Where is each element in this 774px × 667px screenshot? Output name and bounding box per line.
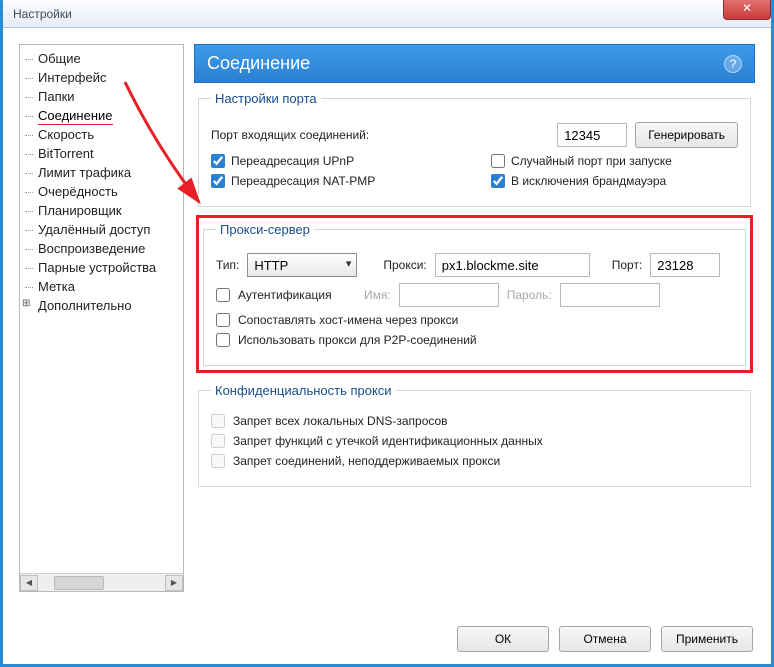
apply-button[interactable]: Применить — [661, 626, 753, 652]
privacy-legend: Конфиденциальность прокси — [211, 383, 396, 398]
password-label: Пароль: — [507, 288, 552, 302]
random-port-label: Случайный порт при запуске — [511, 154, 672, 168]
proxy-server-group: Прокси-сервер Тип: HTTP Прокси: Порт: — [203, 222, 746, 366]
category-tree[interactable]: ОбщиеИнтерфейсПапкиСоединениеСкоростьBit… — [19, 44, 184, 592]
close-button[interactable]: ✕ — [723, 0, 771, 20]
help-icon[interactable]: ? — [724, 55, 742, 73]
firewall-label: В исключения брандмауэра — [511, 174, 666, 188]
proxy-privacy-group: Конфиденциальность прокси Запрет всех ло… — [198, 383, 751, 487]
unsupp-checkbox — [211, 454, 225, 468]
generate-port-button[interactable]: Генерировать — [635, 122, 738, 148]
tree-item-0[interactable]: Общие — [20, 49, 183, 68]
scroll-track[interactable] — [38, 575, 165, 591]
scroll-left-button[interactable]: ◀ — [20, 575, 38, 591]
hostnames-label: Сопоставлять хост-имена через прокси — [238, 313, 458, 327]
p2p-checkbox[interactable] — [216, 333, 230, 347]
tree-item-4[interactable]: Скорость — [20, 125, 183, 144]
username-input — [399, 283, 499, 307]
incoming-port-input[interactable] — [557, 123, 627, 147]
tree-item-7[interactable]: Очерёдность — [20, 182, 183, 201]
dns-label: Запрет всех локальных DNS-запросов — [233, 414, 448, 428]
firewall-row: В исключения брандмауэра — [491, 174, 666, 188]
unsupp-label: Запрет соединений, неподдерживаемых прок… — [233, 454, 500, 468]
tree-item-3[interactable]: Соединение — [20, 106, 183, 125]
tree-item-8[interactable]: Планировщик — [20, 201, 183, 220]
random-port-row: Случайный порт при запуске — [491, 154, 672, 168]
window-body: ОбщиеИнтерфейсПапкиСоединениеСкоростьBit… — [3, 28, 771, 608]
leak-label: Запрет функций с утечкой идентификационн… — [233, 434, 543, 448]
tree-item-11[interactable]: Парные устройства — [20, 258, 183, 277]
tree-item-12[interactable]: Метка — [20, 277, 183, 296]
tree-item-10[interactable]: Воспроизведение — [20, 239, 183, 258]
proxy-type-select[interactable]: HTTP — [247, 253, 357, 277]
random-port-checkbox[interactable] — [491, 154, 505, 168]
title-bar: Настройки ✕ — [3, 0, 771, 28]
upnp-checkbox[interactable] — [211, 154, 225, 168]
main-panel: Соединение ? Настройки порта Порт входящ… — [194, 44, 755, 592]
p2p-label: Использовать прокси для P2P-соединений — [238, 333, 477, 347]
port-settings-legend: Настройки порта — [211, 91, 321, 106]
proxy-legend: Прокси-сервер — [216, 222, 314, 237]
window-title: Настройки — [13, 7, 72, 21]
incoming-port-label: Порт входящих соединений: — [211, 128, 549, 142]
scroll-thumb[interactable] — [54, 576, 104, 590]
cancel-button[interactable]: Отмена — [559, 626, 651, 652]
hostnames-checkbox[interactable] — [216, 313, 230, 327]
username-label: Имя: — [364, 288, 391, 302]
proxy-type-select-wrap: HTTP — [247, 253, 357, 277]
natpmp-checkbox[interactable] — [211, 174, 225, 188]
auth-label: Аутентификация — [238, 288, 356, 302]
tree-item-1[interactable]: Интерфейс — [20, 68, 183, 87]
ok-button[interactable]: ОК — [457, 626, 549, 652]
proxy-host-label: Прокси: — [383, 258, 426, 272]
scroll-right-button[interactable]: ▶ — [165, 575, 183, 591]
panel-header: Соединение ? — [194, 44, 755, 83]
proxy-type-label: Тип: — [216, 258, 239, 272]
natpmp-label: Переадресация NAT-PMP — [231, 174, 375, 188]
proxy-port-label: Порт: — [612, 258, 643, 272]
leak-checkbox — [211, 434, 225, 448]
auth-checkbox[interactable] — [216, 288, 230, 302]
settings-window: Настройки ✕ ОбщиеИнтерфейсПапкиСоединени… — [0, 0, 774, 667]
proxy-port-input[interactable] — [650, 253, 720, 277]
upnp-row: Переадресация UPnP — [211, 154, 451, 168]
tree-item-9[interactable]: Удалённый доступ — [20, 220, 183, 239]
upnp-label: Переадресация UPnP — [231, 154, 354, 168]
port-settings-group: Настройки порта Порт входящих соединений… — [198, 91, 751, 207]
firewall-checkbox[interactable] — [491, 174, 505, 188]
tree-item-2[interactable]: Папки — [20, 87, 183, 106]
panel-title: Соединение — [207, 53, 310, 74]
dns-checkbox — [211, 414, 225, 428]
tree-h-scrollbar[interactable]: ◀ ▶ — [20, 573, 183, 591]
tree-item-6[interactable]: Лимит трафика — [20, 163, 183, 182]
tree-item-13[interactable]: Дополнительно — [20, 296, 183, 315]
password-input — [560, 283, 660, 307]
dialog-footer: ОК Отмена Применить — [457, 626, 753, 652]
tree-items: ОбщиеИнтерфейсПапкиСоединениеСкоростьBit… — [20, 45, 183, 573]
tree-item-5[interactable]: BitTorrent — [20, 144, 183, 163]
highlighted-proxy-box: Прокси-сервер Тип: HTTP Прокси: Порт: — [196, 215, 753, 373]
natpmp-row: Переадресация NAT-PMP — [211, 174, 451, 188]
proxy-host-input[interactable] — [435, 253, 590, 277]
